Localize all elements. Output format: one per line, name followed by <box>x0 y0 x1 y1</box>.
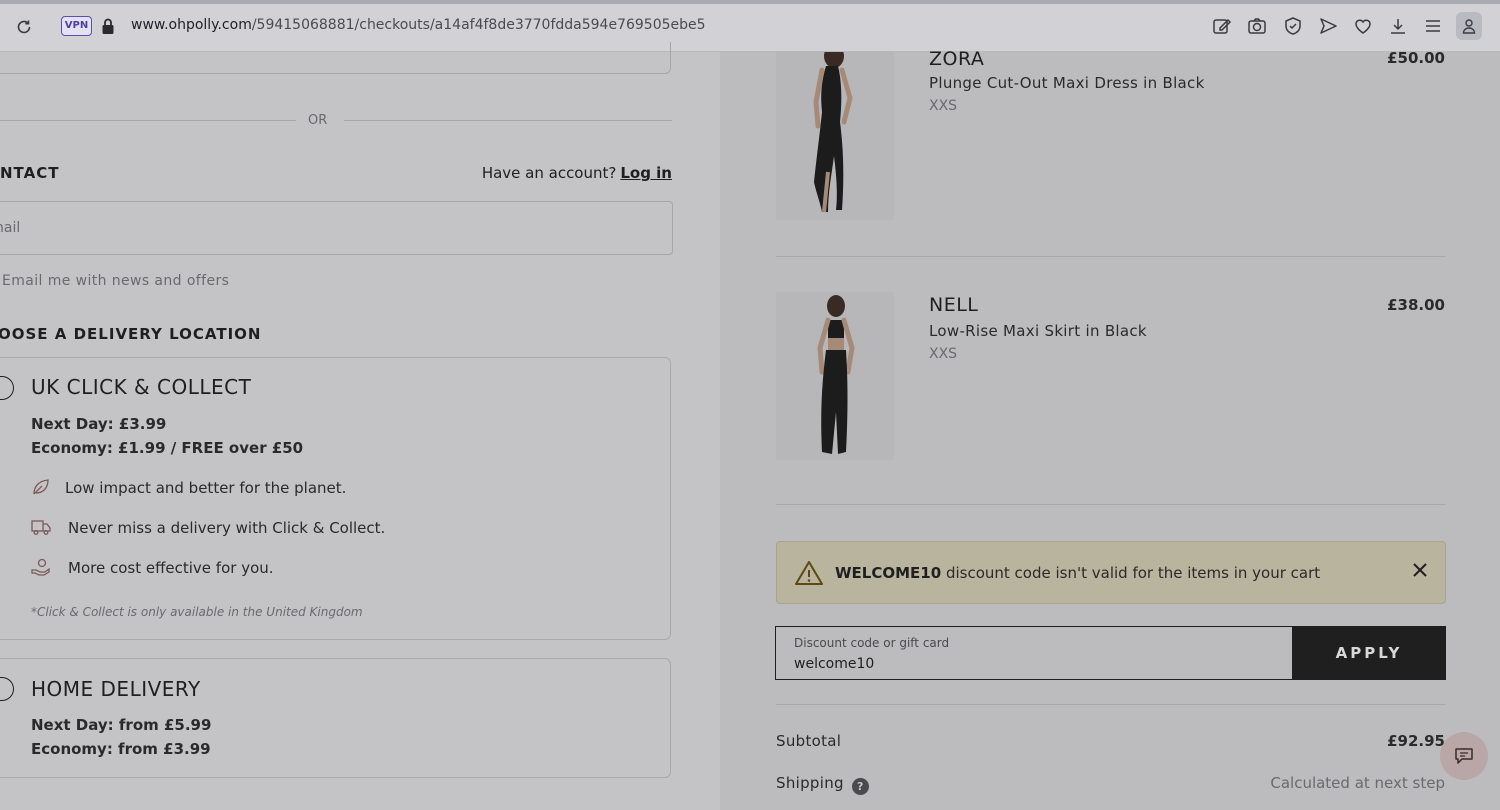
option-price-line: Next Day: £3.99 <box>31 415 167 433</box>
perk-text: Never miss a delivery with Click & Colle… <box>68 519 386 537</box>
product-image[interactable] <box>776 292 894 460</box>
person-icon <box>1462 19 1476 34</box>
account-prompt: Have an account? Log in <box>482 164 672 182</box>
model-figure-dress <box>813 52 853 213</box>
help-icon[interactable]: ? <box>851 778 869 795</box>
contact-heading: NTACT <box>0 164 60 182</box>
click-collect-note: *Click & Collect is only available in th… <box>31 605 363 619</box>
newsletter-checkbox-label[interactable]: Email me with news and offers <box>2 273 229 289</box>
or-separator: OR <box>308 113 328 128</box>
home-delivery-option[interactable]: HOME DELIVERY Next Day: from £5.99 Econo… <box>0 658 671 778</box>
divider <box>776 704 1446 705</box>
option-price-line: Next Day: from £5.99 <box>31 716 212 734</box>
option-title: UK CLICK & COLLECT <box>31 375 252 399</box>
login-link[interactable]: Log in <box>620 164 672 182</box>
express-checkout-box <box>0 42 671 74</box>
apply-button[interactable]: APPLY <box>1292 626 1446 680</box>
product-price: £38.00 <box>1387 296 1445 314</box>
click-collect-radio[interactable] <box>0 376 14 400</box>
product-brand: NELL <box>929 294 979 316</box>
leaf-icon <box>33 479 49 495</box>
chat-button[interactable] <box>1440 732 1488 780</box>
home-delivery-radio[interactable] <box>0 677 14 701</box>
shipping-text: Shipping <box>776 774 844 792</box>
edit-icon[interactable] <box>1211 15 1233 37</box>
product-size: XXS <box>929 98 958 114</box>
truck-icon <box>31 520 51 535</box>
delivery-heading: OOSE A DELIVERY LOCATION <box>0 325 262 343</box>
lock-icon[interactable] <box>101 17 115 35</box>
close-icon[interactable] <box>1411 561 1429 579</box>
tab-strip-edge <box>0 0 1500 4</box>
checkout-form: OR NTACT Have an account?Log in Email me… <box>0 42 720 810</box>
alert-body: discount code isn't valid for the items … <box>945 564 1321 582</box>
menu-icon[interactable] <box>1422 15 1444 37</box>
address-bar[interactable]: www.ohpolly.com/59415068881/checkouts/a1… <box>131 17 706 33</box>
discount-field[interactable]: Discount code or gift card <box>775 626 1293 680</box>
subtotal-label: Subtotal <box>776 732 842 750</box>
reload-icon[interactable] <box>14 17 34 37</box>
email-field[interactable] <box>0 201 673 255</box>
shipping-value: Calculated at next step <box>1270 774 1445 792</box>
click-collect-option[interactable]: UK CLICK & COLLECT Next Day: £3.99 Econo… <box>0 357 671 640</box>
vpn-badge[interactable]: VPN <box>61 16 92 36</box>
profile-button[interactable] <box>1456 12 1482 40</box>
shipping-label: Shipping? <box>776 774 869 795</box>
divider <box>0 120 296 121</box>
product-image[interactable] <box>776 52 894 220</box>
chat-icon <box>1455 748 1473 764</box>
discount-code-name: WELCOME10 <box>835 564 942 582</box>
url-domain: www.ohpolly.com <box>131 17 252 33</box>
alert-message: WELCOME10 discount code isn't valid for … <box>835 564 1320 582</box>
product-brand: ZORA <box>929 48 985 70</box>
discount-error-alert: WELCOME10 discount code isn't valid for … <box>776 541 1446 604</box>
discount-label: Discount code or gift card <box>794 636 950 650</box>
divider <box>776 504 1446 505</box>
shield-icon[interactable] <box>1282 15 1304 37</box>
product-name: Plunge Cut-Out Maxi Dress in Black <box>929 74 1205 92</box>
divider <box>776 256 1446 257</box>
option-title: HOME DELIVERY <box>31 677 201 701</box>
download-icon[interactable] <box>1387 15 1409 37</box>
product-price: £50.00 <box>1387 49 1445 67</box>
url-path: /59415068881/checkouts/a14af4f8de3770fdd… <box>251 17 706 33</box>
warning-icon <box>795 561 823 585</box>
order-summary: ZORA Plunge Cut-Out Maxi Dress in Black … <box>720 48 1500 810</box>
divider <box>344 120 672 121</box>
perk-text: More cost effective for you. <box>68 559 274 577</box>
product-size: XXS <box>929 346 958 362</box>
option-price-line: Economy: from £3.99 <box>31 740 211 758</box>
send-icon[interactable] <box>1317 15 1339 37</box>
model-figure-skirt <box>817 295 855 454</box>
money-hand-icon <box>31 558 50 576</box>
camera-icon[interactable] <box>1246 15 1268 37</box>
option-price-line: Economy: £1.99 / FREE over £50 <box>31 439 304 457</box>
subtotal-value: £92.95 <box>1387 732 1445 750</box>
product-name: Low-Rise Maxi Skirt in Black <box>929 322 1147 340</box>
have-account-text: Have an account? <box>481 164 617 182</box>
heart-icon[interactable] <box>1352 15 1374 37</box>
perk-text: Low impact and better for the planet. <box>65 479 347 497</box>
discount-input[interactable] <box>794 654 1274 674</box>
